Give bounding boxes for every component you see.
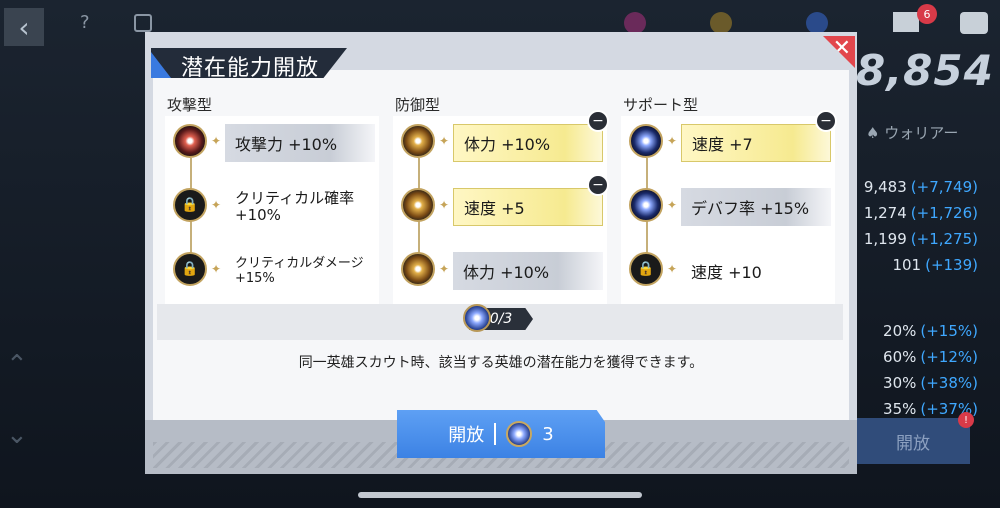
stat-row: 101 (+139) (860, 256, 978, 282)
node-label: 速度 +10 (691, 263, 762, 282)
sparkle-icon: ✦ (667, 262, 678, 276)
lock-icon: 🔒 (629, 252, 663, 286)
class-label-text: ウォリアー (884, 124, 959, 142)
remove-icon[interactable]: − (815, 110, 837, 132)
gem-icon[interactable] (806, 12, 828, 34)
stat-row: 30% (+38%) (860, 374, 978, 400)
potential-orb-icon (463, 304, 491, 332)
support-panel: ✦ 速度 +7 − ✦ デバフ率 +15% 🔒 ✦ 速度 +10 (621, 110, 837, 304)
footnote-text: 同一英雄スカウト時、該当する英雄の潜在能力を獲得できます。 (298, 355, 704, 371)
stat-bonus: (+139) (925, 256, 978, 274)
stat-bonus: (+1,726) (910, 204, 978, 222)
gold-stone-icon (401, 188, 435, 222)
sparkle-icon: ✦ (667, 198, 678, 212)
close-icon[interactable]: ✕ (833, 36, 851, 61)
background-open-button[interactable]: 開放 (856, 418, 970, 464)
stat-bonus: (+7,749) (910, 178, 978, 196)
node-support-2[interactable]: ✦ デバフ率 +15% (621, 180, 831, 230)
sparkle-icon: ✦ (211, 262, 222, 276)
node-label: クリティカルダメージ +15% (235, 256, 364, 286)
node-defense-3[interactable]: ✦ 体力 +10% (393, 244, 603, 294)
arrow-up-icon[interactable]: ⌃ (6, 350, 28, 380)
node-label: クリティカル確率 +10% (235, 189, 355, 224)
mail-badge: 6 (917, 4, 937, 24)
stat-bonus: (+12%) (920, 348, 978, 366)
lock-icon: 🔒 (173, 188, 207, 222)
node-label: 体力 +10% (453, 252, 603, 290)
sparkle-icon: ✦ (667, 134, 678, 148)
remove-icon[interactable]: − (587, 174, 609, 196)
stat-row: 1,199 (+1,275) (860, 230, 978, 256)
alert-badge: ! (958, 412, 974, 428)
node-attack-3[interactable]: 🔒 ✦ クリティカルダメージ +15% (165, 244, 375, 294)
help-icon[interactable]: ? (80, 12, 90, 33)
stat-value: 60% (883, 348, 917, 366)
node-support-3[interactable]: 🔒 ✦ 速度 +10 (621, 244, 831, 294)
progress-current: 0 (489, 311, 499, 327)
stat-value: 1,274 (863, 204, 907, 222)
node-label: 体力 +10% (453, 124, 603, 162)
stat-row: 1,274 (+1,726) (860, 204, 978, 230)
remove-icon[interactable]: − (587, 110, 609, 132)
back-button[interactable]: ‹ (4, 8, 44, 46)
red-stone-icon (173, 124, 207, 158)
node-label: 速度 +5 (453, 188, 603, 226)
mail-icon[interactable] (893, 12, 919, 32)
blue-stone-icon (629, 188, 663, 222)
stat-bonus: (+1,275) (910, 230, 978, 248)
home-indicator[interactable] (358, 492, 642, 498)
open-button-label: 開放 (448, 425, 485, 446)
node-label: 速度 +7 (681, 124, 831, 162)
column-heading-attack: 攻撃型 (167, 96, 213, 114)
class-label: ♠ ウォリアー (866, 124, 959, 142)
chat-icon[interactable] (960, 12, 988, 34)
sparkle-icon: ✦ (211, 198, 222, 212)
attack-panel: ✦ 攻撃力 +10% 🔒 ✦ クリティカル確率 +10% 🔒 ✦ クリティカルダ… (165, 116, 379, 304)
node-attack-2[interactable]: 🔒 ✦ クリティカル確率 +10% (165, 180, 375, 230)
blue-stone-icon (629, 124, 663, 158)
shop-icon[interactable] (710, 12, 732, 34)
sparkle-icon: ✦ (439, 262, 450, 276)
progress-total: 3 (503, 311, 513, 327)
stat-row: 60% (+12%) (860, 348, 978, 374)
event-icon[interactable] (624, 12, 646, 34)
potential-orb-icon (506, 421, 533, 447)
stat-value: 9,483 (863, 178, 907, 196)
node-defense-1[interactable]: ✦ 体力 +10% − (393, 110, 609, 166)
arrow-down-icon[interactable]: ⌄ (6, 420, 28, 450)
stat-value: 101 (892, 256, 922, 274)
combat-power: 8,854 (856, 46, 994, 95)
sparkle-icon: ✦ (439, 134, 450, 148)
gold-stone-icon (401, 124, 435, 158)
stat-bonus: (+15%) (920, 322, 978, 340)
defense-panel: ✦ 体力 +10% − ✦ 速度 +5 − ✦ 体力 +10% (393, 110, 609, 304)
stat-value: 20% (883, 322, 917, 340)
stat-bonus: (+38%) (920, 374, 978, 392)
lock-icon: 🔒 (173, 252, 207, 286)
stat-value: 1,199 (863, 230, 907, 248)
potential-dialog: 潜在能力開放 ✕ 攻撃型 防御型 サポート型 ✦ 攻撃力 +10% 🔒 ✦ クリ… (145, 32, 857, 474)
stat-value: 30% (883, 374, 917, 392)
node-attack-1[interactable]: ✦ 攻撃力 +10% (165, 116, 375, 166)
divider (494, 423, 497, 445)
column-heading-support: サポート型 (623, 96, 699, 114)
open-button[interactable]: 開放 3 (397, 410, 605, 458)
close-button[interactable]: ✕ (823, 36, 855, 68)
calendar-icon[interactable] (134, 14, 152, 32)
node-support-1[interactable]: ✦ 速度 +7 − (621, 110, 837, 166)
stat-row: 20% (+15%) (860, 322, 978, 348)
node-defense-2[interactable]: ✦ 速度 +5 − (393, 174, 609, 230)
stats-list: 9,483 (+7,749) 1,274 (+1,726) 1,199 (+1,275… (860, 178, 978, 426)
gold-stone-icon (401, 252, 435, 286)
stat-row: 9,483 (+7,749) (860, 178, 978, 204)
sparkle-icon: ✦ (211, 134, 222, 148)
node-label: デバフ率 +15% (681, 188, 831, 226)
column-heading-defense: 防御型 (395, 96, 441, 114)
dialog-title: 潜在能力開放 (181, 56, 320, 81)
open-button-cost: 3 (542, 423, 554, 445)
node-label: 攻撃力 +10% (225, 124, 375, 162)
sparkle-icon: ✦ (439, 198, 450, 212)
